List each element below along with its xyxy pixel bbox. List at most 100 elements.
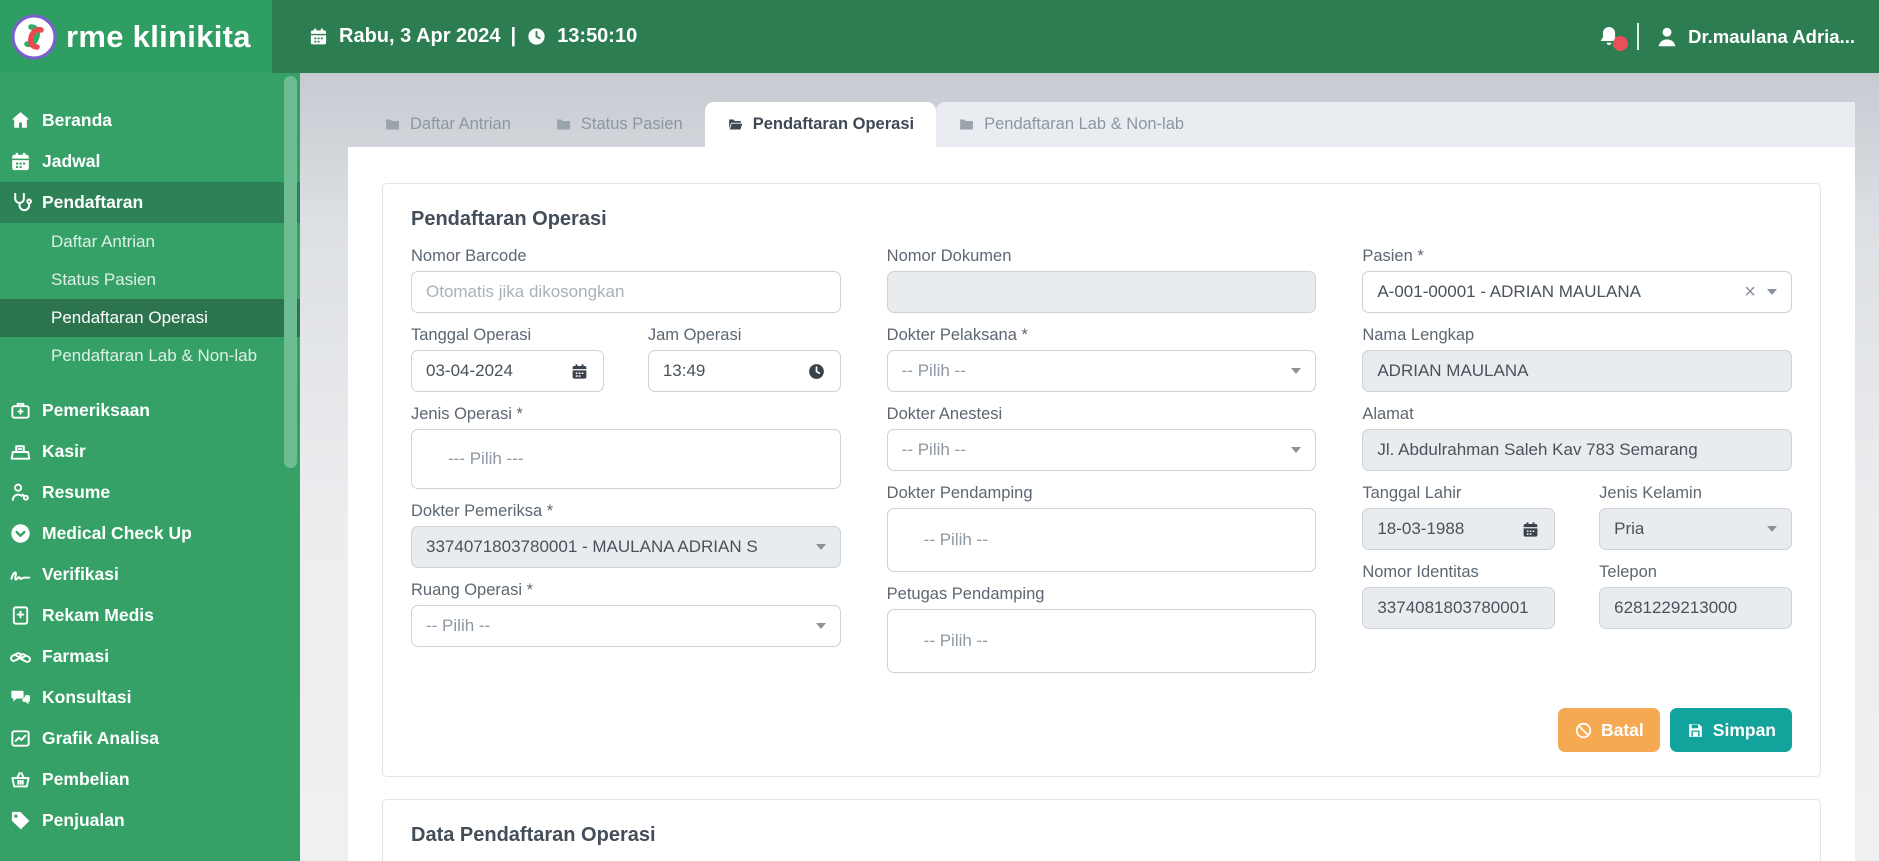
chevron-down-icon	[1291, 368, 1302, 374]
jenis-kelamin-value: Pria	[1614, 519, 1645, 538]
nomor-barcode-input[interactable]	[426, 282, 826, 302]
field-label: Pasien *	[1362, 247, 1424, 265]
clear-icon[interactable]: ×	[1744, 282, 1756, 302]
folder-icon	[386, 119, 399, 130]
tanggal-lahir-input: 18-03-1988	[1362, 508, 1556, 550]
field-label: Ruang Operasi *	[411, 581, 533, 599]
sidebar-item-label: Farmasi	[42, 646, 110, 666]
clinic-logo-icon	[11, 14, 57, 59]
batal-button[interactable]: Batal	[1557, 708, 1660, 752]
field-jenis-kelamin: Jenis Kelamin Pria	[1599, 484, 1792, 550]
field-nomor-barcode: Nomor Barcode	[411, 247, 841, 313]
tab-label: Daftar Antrian	[410, 115, 511, 133]
sidebar-item-label: Penjualan	[42, 810, 125, 830]
field-label: Alamat	[1362, 405, 1414, 423]
notification-bell-icon[interactable]	[1596, 24, 1629, 51]
tanggal-operasi-value: 03-04-2024	[426, 361, 513, 380]
sidebar-item-medical-check-up[interactable]: Medical Check Up	[0, 513, 300, 554]
sidebar-item-label: Pembelian	[42, 769, 130, 789]
identity-phone-row: Nomor Identitas Telepon	[1362, 563, 1792, 642]
field-nomor-identitas: Nomor Identitas	[1362, 563, 1556, 629]
petugas-pendamping-select[interactable]: -- Pilih --	[886, 609, 1317, 673]
ruang-operasi-select[interactable]: -- Pilih --	[411, 605, 841, 647]
header-time: 13:50:10	[557, 25, 638, 47]
jenis-operasi-placeholder: --- Pilih ---	[448, 449, 524, 468]
date-time-row: Tanggal Operasi 03-04-2024 Jam Operasi 1…	[411, 326, 841, 405]
dokter-pelaksana-placeholder: -- Pilih --	[901, 361, 966, 380]
field-dokter-pendamping: Dokter Pendamping -- Pilih --	[886, 484, 1317, 572]
jam-operasi-input[interactable]: 13:49	[647, 350, 841, 392]
field-label: Petugas Pendamping	[886, 585, 1045, 603]
field-telepon: Telepon	[1599, 563, 1792, 629]
sidebar-item-label: Kasir	[42, 441, 86, 461]
stethoscope-icon	[14, 192, 32, 212]
top-bar: rme klinikita Rabu, 3 Apr 2024 | 13:50:1…	[0, 0, 1879, 73]
sidebar-item-jadwal[interactable]: Jadwal	[0, 141, 300, 182]
sidebar-item-pemeriksaan[interactable]: Pemeriksaan	[0, 390, 300, 431]
sidebar-subitem-label: Status Pasien	[51, 270, 156, 289]
sidebar-subitem-status-pasien[interactable]: Status Pasien	[0, 261, 300, 299]
form-column-1: Nomor Barcode Tanggal Operasi 03-04-2024	[411, 247, 841, 660]
user-menu[interactable]: Dr.maulana Adria...	[1654, 24, 1855, 50]
field-petugas-pendamping: Petugas Pendamping -- Pilih --	[886, 585, 1317, 673]
nomor-dokumen-input	[901, 282, 1302, 302]
book-medical-icon	[12, 606, 29, 625]
app-logo[interactable]: rme klinikita	[0, 0, 272, 73]
folder-icon	[960, 119, 973, 130]
sidebar-item-label: Medical Check Up	[42, 523, 192, 543]
sidebar-item-beranda[interactable]: Beranda	[0, 100, 300, 141]
tab-pendaftaran-operasi[interactable]: Pendaftaran Operasi	[704, 102, 937, 147]
pasien-select[interactable]: A-001-00001 - ADRIAN MAULANA ×	[1362, 271, 1792, 313]
field-pasien: Pasien * A-001-00001 - ADRIAN MAULANA ×	[1362, 247, 1792, 313]
field-label: Dokter Pelaksana *	[886, 326, 1028, 344]
sidebar-item-pendaftaran[interactable]: Pendaftaran	[0, 182, 300, 223]
sidebar-item-label: Grafik Analisa	[42, 728, 160, 748]
field-label: Telepon	[1599, 563, 1657, 581]
form-grid: Nomor Barcode Tanggal Operasi 03-04-2024	[411, 247, 1792, 686]
sidebar-subitem-pendaftaran-operasi[interactable]: Pendaftaran Operasi	[0, 299, 300, 337]
jenis-operasi-select[interactable]: --- Pilih ---	[411, 429, 841, 489]
sidebar-item-rekam-medis[interactable]: Rekam Medis	[0, 595, 300, 636]
sidebar-item-pembelian[interactable]: Pembelian	[0, 759, 300, 800]
cash-register-icon	[10, 445, 31, 460]
tab-status-pasien[interactable]: Status Pasien	[533, 102, 705, 147]
calendar-icon[interactable]	[570, 362, 589, 381]
simpan-button[interactable]: Simpan	[1669, 708, 1792, 752]
sidebar-scrollbar-thumb[interactable]	[284, 76, 297, 468]
clock-icon[interactable]	[807, 362, 826, 381]
sidebar-item-kasir[interactable]: Kasir	[0, 431, 300, 472]
field-dokter-anestesi: Dokter Anestesi -- Pilih --	[886, 405, 1317, 471]
tab-daftar-antrian[interactable]: Daftar Antrian	[362, 102, 533, 147]
sidebar-subitem-label: Pendaftaran Operasi	[51, 308, 208, 327]
calendar-icon	[12, 152, 29, 171]
sidebar-item-konsultasi[interactable]: Konsultasi	[0, 677, 300, 718]
field-tanggal-lahir: Tanggal Lahir 18-03-1988	[1362, 484, 1556, 550]
sidebar-item-verifikasi[interactable]: Verifikasi	[0, 554, 300, 595]
jenis-kelamin-select: Pria	[1599, 508, 1792, 550]
sidebar-nav: Beranda Jadwal Pendaftaran Daftar Antria…	[0, 73, 300, 861]
tab-pendaftaran-lab[interactable]: Pendaftaran Lab & Non-lab	[936, 102, 1855, 147]
app-root: rme klinikita Rabu, 3 Apr 2024 | 13:50:1…	[0, 0, 1879, 861]
dokter-pelaksana-select[interactable]: -- Pilih --	[886, 350, 1317, 392]
tab-label: Pendaftaran Lab & Non-lab	[984, 115, 1185, 133]
sidebar-item-penjualan[interactable]: Penjualan	[0, 800, 300, 841]
briefcase-medical-icon	[11, 402, 30, 419]
dokter-pemeriksa-value: 3374071803780001 - MAULANA ADRIAN S	[426, 537, 758, 556]
tab-label: Pendaftaran Operasi	[752, 115, 915, 133]
main-content: Daftar Antrian Status Pasien Pendaftaran…	[300, 73, 1879, 861]
sidebar-item-farmasi[interactable]: Farmasi	[0, 636, 300, 677]
nama-lengkap-input-wrap	[1362, 350, 1792, 392]
field-label: Jam Operasi	[647, 326, 742, 344]
dokter-anestesi-select[interactable]: -- Pilih --	[886, 429, 1317, 471]
sidebar-item-label: Pemeriksaan	[42, 400, 150, 420]
field-label: Jenis Kelamin	[1599, 484, 1702, 502]
sidebar-item-label: Konsultasi	[42, 687, 132, 707]
sidebar-item-grafik-analisa[interactable]: Grafik Analisa	[0, 718, 300, 759]
sidebar-subitem-pendaftaran-lab[interactable]: Pendaftaran Lab & Non-lab	[0, 337, 300, 375]
sidebar-subitem-daftar-antrian[interactable]: Daftar Antrian	[0, 223, 300, 261]
sidebar-item-resume[interactable]: Resume	[0, 472, 300, 513]
dokter-pendamping-select[interactable]: -- Pilih --	[886, 508, 1317, 572]
field-label: Nama Lengkap	[1362, 326, 1475, 344]
tanggal-operasi-input[interactable]: 03-04-2024	[411, 350, 604, 392]
jam-operasi-value: 13:49	[662, 361, 706, 380]
